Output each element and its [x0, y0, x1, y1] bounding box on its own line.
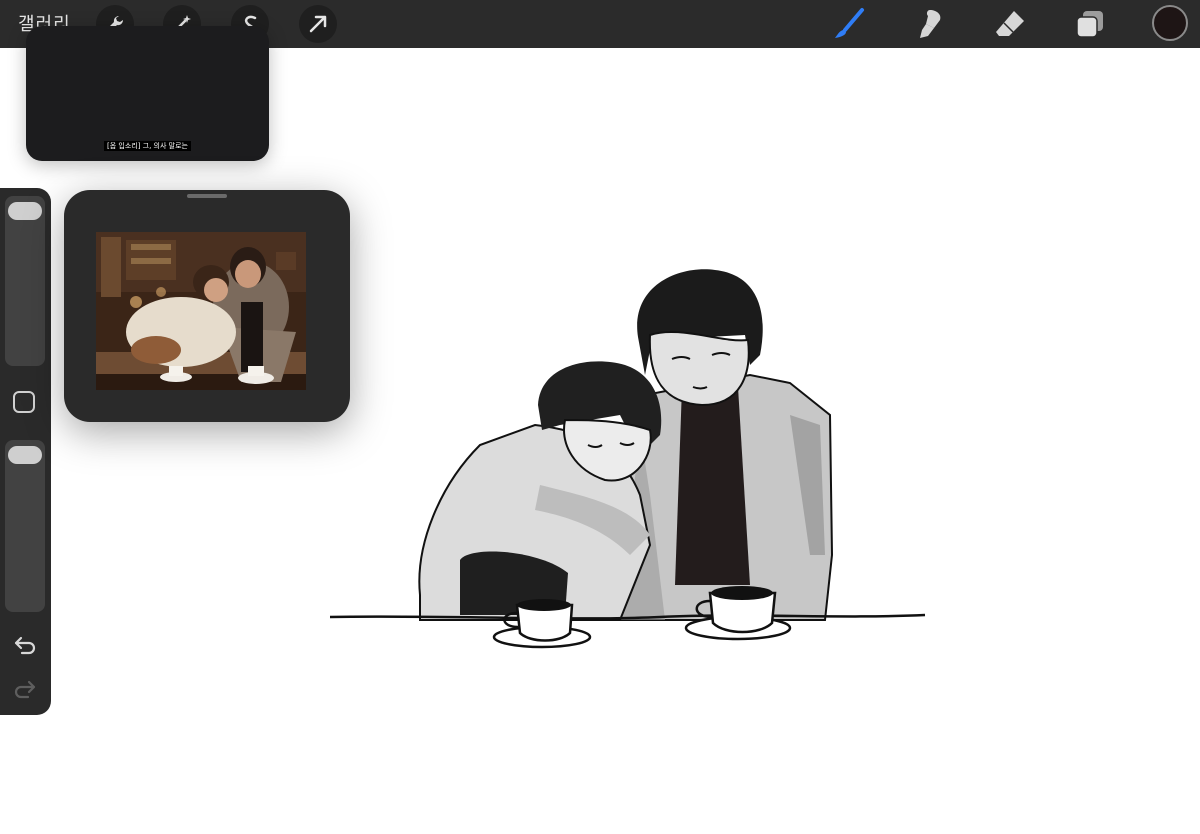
brush-size-slider[interactable]: [5, 196, 45, 366]
eraser-tool[interactable]: [992, 6, 1028, 42]
transform-arrow-icon: [309, 15, 327, 33]
brush-tool[interactable]: [832, 6, 868, 42]
undo-icon: [14, 636, 36, 655]
redo-icon: [14, 680, 36, 699]
reference-window[interactable]: [64, 190, 350, 422]
video-pip-window[interactable]: [옵 입소리] 그, 의사 말로는: [26, 26, 269, 161]
brush-size-slider-thumb[interactable]: [8, 202, 42, 220]
redo-button[interactable]: [12, 678, 38, 704]
transform-button[interactable]: [299, 5, 337, 43]
smudge-tool[interactable]: [912, 6, 948, 42]
eraser-icon: [996, 11, 1024, 36]
undo-button[interactable]: [12, 634, 38, 660]
opacity-slider[interactable]: [5, 440, 45, 612]
brush-icon: [835, 8, 864, 38]
video-subtitle: [옵 입소리] 그, 의사 말로는: [26, 133, 269, 152]
left-sidebar: [0, 188, 51, 715]
layers-icon: [1076, 11, 1103, 38]
opacity-slider-thumb[interactable]: [8, 446, 42, 464]
subtitle-text: [옵 입소리] 그, 의사 말로는: [104, 141, 191, 151]
color-picker-button[interactable]: [1152, 5, 1188, 41]
smudge-icon: [920, 10, 941, 38]
modify-square-button[interactable]: [13, 391, 35, 413]
reference-photo: [96, 232, 306, 390]
reference-drag-handle[interactable]: [187, 194, 227, 198]
canvas-drawing[interactable]: [320, 255, 940, 675]
layers-tool[interactable]: [1072, 6, 1108, 42]
